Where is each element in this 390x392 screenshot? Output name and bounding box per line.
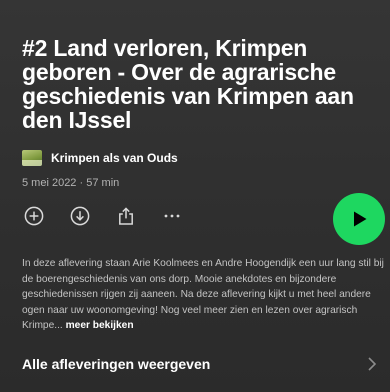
play-icon	[354, 211, 367, 227]
show-logo	[22, 150, 42, 166]
meta-separator: ·	[79, 177, 84, 189]
chevron-right-icon	[368, 357, 377, 371]
share-button[interactable]	[114, 204, 138, 228]
show-name: Krimpen als van Ouds	[51, 151, 178, 165]
action-bar	[22, 203, 206, 229]
more-options-button[interactable]	[160, 204, 184, 228]
episode-description: In deze aflevering staan Arie Koolmees e…	[22, 256, 384, 334]
show-link[interactable]: Krimpen als van Ouds	[22, 149, 178, 167]
download-circle-icon	[70, 206, 90, 226]
more-dots-icon	[164, 214, 180, 218]
download-button[interactable]	[68, 204, 92, 228]
episode-title: #2 Land verloren, Krimpen geboren - Over…	[22, 35, 354, 133]
episode-date: 5 mei 2022	[22, 177, 77, 189]
play-button[interactable]	[333, 193, 385, 245]
share-icon	[119, 207, 133, 225]
episode-meta: 5 mei 2022 · 57 min	[22, 177, 119, 189]
episode-duration: 57 min	[86, 177, 120, 189]
all-episodes-link[interactable]: Alle afleveringen weergeven	[22, 352, 378, 376]
show-more-link[interactable]: meer bekijken	[66, 320, 134, 331]
all-episodes-label: Alle afleveringen weergeven	[22, 356, 211, 372]
add-to-library-button[interactable]	[22, 204, 46, 228]
episode-card: #2 Land verloren, Krimpen geboren - Over…	[0, 0, 390, 392]
plus-circle-icon	[24, 206, 44, 226]
